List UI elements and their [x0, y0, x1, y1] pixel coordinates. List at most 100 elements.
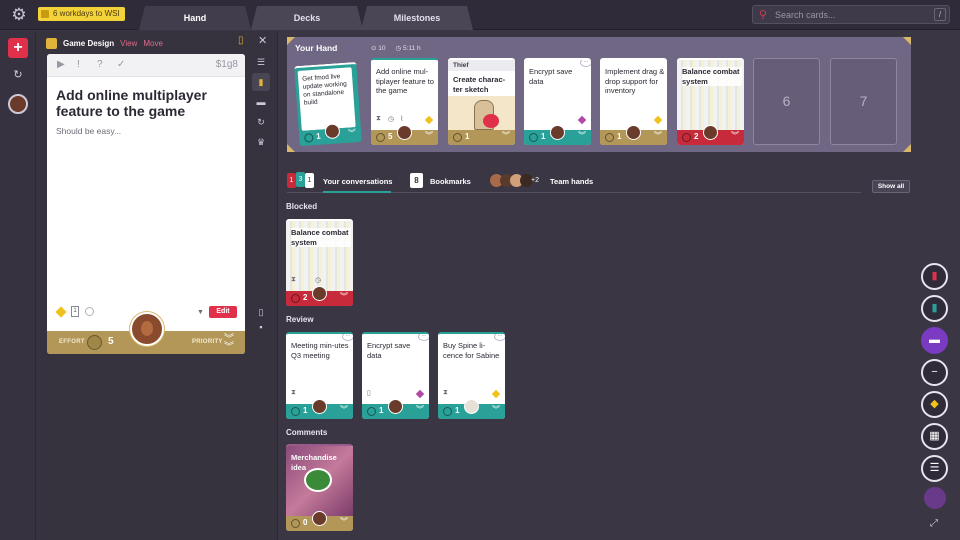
- active-tab-underline: [323, 191, 391, 193]
- card-icons: ⧗: [291, 389, 348, 399]
- minus-icon[interactable]: −: [921, 359, 948, 386]
- assignee-avatar: [312, 399, 327, 414]
- diamond-icon[interactable]: ◆: [921, 391, 948, 418]
- priority-diamond-icon: [424, 115, 434, 125]
- calendar-icon[interactable]: ▦: [921, 423, 948, 450]
- filter-sliders-icon[interactable]: ☰: [921, 455, 948, 482]
- search-box[interactable]: ⚲ /: [752, 5, 950, 24]
- chevron-down-icon[interactable]: ▼: [197, 309, 204, 316]
- crown-icon[interactable]: ♛: [252, 133, 270, 151]
- effort-value: 1: [379, 406, 384, 415]
- move-link[interactable]: Move: [143, 39, 163, 48]
- workdays-badge[interactable]: 6 workdays to WSI: [38, 7, 125, 21]
- hand-corner: [287, 144, 295, 152]
- card-title: Balance combat system: [291, 228, 351, 247]
- search-icon: ⚲: [759, 9, 768, 21]
- expand-icon[interactable]: ⤢: [930, 518, 938, 529]
- priority-chevrons-icon: ︾: [492, 405, 500, 414]
- cards-icon[interactable]: ▮: [252, 73, 270, 91]
- section-comments-label: Comments: [286, 428, 328, 437]
- avatar-face: [141, 321, 153, 336]
- card-footer: 1 ︾: [448, 130, 515, 145]
- assignee-avatar[interactable]: [130, 312, 164, 346]
- card-title[interactable]: Add online multiplayer feature to the ga…: [56, 87, 236, 119]
- user-avatar[interactable]: [8, 94, 28, 114]
- show-all-button[interactable]: Show all: [872, 180, 910, 193]
- priority-diamond-icon: [653, 115, 663, 125]
- tab-milestones[interactable]: Milestones: [361, 6, 473, 30]
- card-detail: ▶ ! ? ✓ $1g8 Add online multiplayer feat…: [47, 54, 245, 354]
- badge-icon: [41, 10, 49, 18]
- profile-avatar[interactable]: [924, 487, 946, 509]
- priority-chevrons-icon: ︾: [340, 292, 348, 301]
- tab-hand[interactable]: Hand: [139, 6, 251, 30]
- hand-card[interactable]: ··· Encrypt save data 1 ︾: [524, 58, 591, 145]
- close-icon[interactable]: ✕: [258, 34, 267, 47]
- character-illustration: [448, 96, 515, 132]
- exclamation-icon[interactable]: !: [77, 59, 80, 70]
- red-card-filter-icon[interactable]: ▮: [921, 263, 948, 290]
- empty-hand-slot[interactable]: 6: [753, 58, 820, 145]
- card-tag: Thief: [448, 60, 515, 71]
- card-icons: ⧗: [443, 389, 501, 399]
- priority-diamond-icon: [491, 389, 501, 399]
- card-description[interactable]: Should be easy...: [56, 126, 121, 136]
- effort-icon: [291, 407, 300, 416]
- hand-card[interactable]: Thief Create charac-ter sketch 1 ︾: [448, 58, 515, 145]
- conversation-tabs: 1 3 1 Your conversations 8 Bookmarks +2 …: [287, 172, 910, 192]
- review-card[interactable]: ··· Meeting min-utes Q3 meeting ⧗ 1 ︾: [286, 332, 353, 419]
- team-more-count: +2: [531, 177, 539, 184]
- question-icon[interactable]: ?: [97, 59, 103, 70]
- effort-icon: [291, 294, 300, 303]
- assignee-avatar: [388, 399, 403, 414]
- settings-sliders-icon[interactable]: ☰: [252, 53, 270, 71]
- card-title: Add online mul-tiplayer feature to the g…: [376, 67, 434, 95]
- hand-area: Your Hand ⊙ 10 ◷ 5:11 h Get fmod live up…: [287, 37, 911, 152]
- review-card[interactable]: ··· Buy Spine li-cence for Sabine ⧗ 1 ︾: [438, 332, 505, 419]
- tab-label: Milestones: [393, 13, 441, 23]
- hand-card[interactable]: ··· Balance combat system 2︾: [677, 58, 744, 145]
- effort-value: 2: [694, 132, 699, 141]
- priority-chevrons-icon[interactable]: ︾ ︾: [224, 335, 234, 353]
- view-link[interactable]: View: [120, 39, 137, 48]
- card-stack[interactable]: Get fmod live update working on standalo…: [294, 61, 362, 147]
- comments-icon[interactable]: ▬: [252, 93, 270, 111]
- tab-team-hands[interactable]: Team hands: [550, 177, 593, 186]
- review-card[interactable]: ··· Encrypt save data ▯ 1 ︾: [362, 332, 429, 419]
- history-icon[interactable]: ↻: [8, 65, 28, 85]
- search-input[interactable]: [775, 7, 925, 22]
- teal-card-filter-icon[interactable]: ▮: [921, 295, 948, 322]
- effort-value: 1: [455, 406, 460, 415]
- card-icons: ⧗ ◷: [291, 276, 348, 286]
- project-name[interactable]: Game Design: [63, 39, 114, 48]
- hand-card[interactable]: Add online mul-tiplayer feature to the g…: [371, 58, 438, 145]
- effort-icon: [304, 133, 314, 143]
- effort-value: 1: [617, 132, 622, 141]
- phone-icon[interactable]: ▯: [238, 35, 244, 46]
- card-toolbar: ▶ ! ? ✓ $1g8: [47, 54, 245, 77]
- assignee-avatar: [464, 399, 479, 414]
- history-icon[interactable]: ↻: [252, 113, 270, 131]
- clock-icon: ◷: [315, 277, 322, 284]
- section-blocked-label: Blocked: [286, 202, 318, 211]
- edit-button[interactable]: Edit: [209, 306, 237, 318]
- effort-value[interactable]: 5: [108, 336, 114, 347]
- empty-hand-slot[interactable]: 7: [830, 58, 897, 145]
- assignee-avatar: [703, 125, 718, 140]
- hand-corner: [903, 144, 911, 152]
- logo-icon[interactable]: ⚙: [9, 5, 29, 25]
- attachment-icon: ⌇: [400, 116, 404, 123]
- chat-icon[interactable]: ▬: [921, 327, 948, 354]
- tab-decks[interactable]: Decks: [251, 6, 363, 30]
- tab-your-conversations[interactable]: Your conversations: [323, 177, 392, 186]
- check-icon[interactable]: ✓: [117, 59, 125, 70]
- blocked-card[interactable]: ··· Balance combat system ⧗◷ 2︾: [286, 219, 353, 306]
- play-icon[interactable]: ▶: [57, 59, 65, 70]
- archive-icon[interactable]: ▪: [252, 318, 270, 336]
- comment-card[interactable]: ··· Merchandise idea 0︾: [286, 444, 353, 531]
- hand-card[interactable]: Implement drag & drop support for invent…: [600, 58, 667, 145]
- tab-bookmarks[interactable]: Bookmarks: [430, 177, 471, 186]
- stack-note-text: Get fmod live update working on standalo…: [301, 73, 347, 107]
- priority-chevrons-icon: ︾: [578, 131, 586, 140]
- add-card-button[interactable]: +: [8, 38, 28, 58]
